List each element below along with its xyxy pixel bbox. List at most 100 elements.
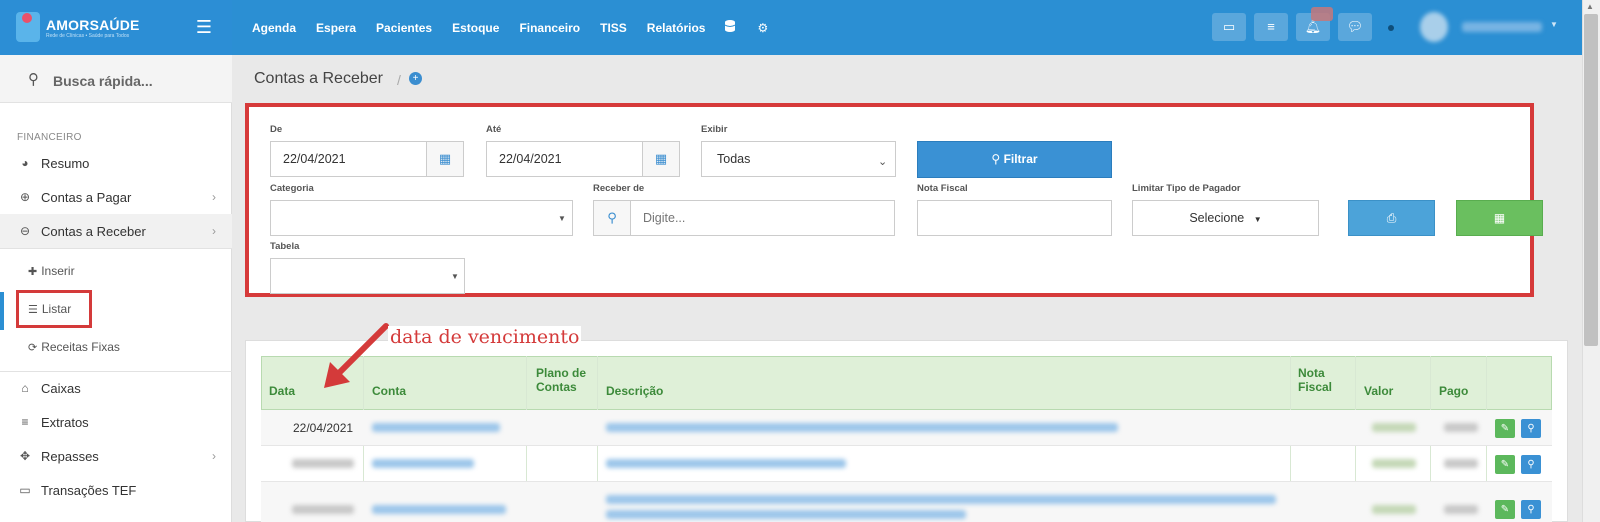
- receber-de-input[interactable]: [630, 200, 895, 236]
- status-dot: [1388, 25, 1394, 31]
- chevron-down-icon: ⌄: [878, 156, 888, 168]
- scroll-up-arrow-icon[interactable]: ▲: [1586, 2, 1594, 11]
- tabela-label: Tabela: [270, 241, 300, 252]
- sidebar-item-caixas[interactable]: ⌂ Caixas: [0, 371, 232, 405]
- ate-date-field[interactable]: 22/04/2021: [486, 141, 643, 177]
- search-icon[interactable]: ⚲: [593, 200, 631, 236]
- row-conta-blurred[interactable]: [372, 505, 506, 514]
- edit-icon[interactable]: ✎: [1495, 455, 1515, 474]
- search-icon: ⚲: [28, 71, 39, 88]
- sidebar-item-contas-a-receber[interactable]: ⊖ Contas a Receber ›: [0, 214, 232, 248]
- de-label: De: [270, 124, 283, 135]
- table-icon: ▦: [1493, 211, 1506, 225]
- sidebar-item-contas-a-pagar[interactable]: ⊕ Contas a Pagar ›: [0, 180, 232, 214]
- quick-search[interactable]: ⚲ Busca rápida...: [0, 55, 232, 103]
- credit-card-icon: ▭: [19, 483, 31, 497]
- list-button[interactable]: ≡: [1254, 13, 1288, 41]
- pie-chart-icon: ◕: [21, 156, 29, 170]
- nav-agenda[interactable]: Agenda: [252, 21, 296, 35]
- nota-fiscal-label: Nota Fiscal: [917, 183, 968, 194]
- de-date-field[interactable]: 22/04/2021: [270, 141, 427, 177]
- subitem-label: Inserir: [41, 264, 75, 278]
- row-date: 22/04/2021: [293, 421, 354, 435]
- main-nav: Agenda Espera Pacientes Estoque Financei…: [252, 0, 790, 55]
- nav-tiss[interactable]: TISS: [600, 21, 627, 35]
- nav-relatorios[interactable]: Relatórios: [647, 21, 706, 35]
- row-date-blurred: [292, 459, 354, 468]
- edit-icon[interactable]: ✎: [1495, 419, 1515, 438]
- subitem-inserir[interactable]: ✚ Inserir: [0, 256, 232, 286]
- receber-de-label: Receber de: [593, 183, 645, 194]
- scrollbar-thumb[interactable]: [1584, 14, 1598, 346]
- avatar[interactable]: [1420, 12, 1448, 42]
- chat-button[interactable]: 💬︎: [1338, 13, 1372, 41]
- sidebar-item-extratos[interactable]: ≡ Extratos: [0, 405, 232, 439]
- filtrar-button-label: Filtrar: [1003, 152, 1038, 166]
- add-circle-icon[interactable]: +: [409, 72, 422, 85]
- limitar-tipo-select[interactable]: Selecione ▼: [1132, 200, 1319, 236]
- nota-fiscal-field[interactable]: [917, 200, 1112, 236]
- hamburger-menu-icon[interactable]: ☰: [194, 17, 214, 37]
- sidebar-item-resumo[interactable]: ◕ Resumo: [0, 146, 232, 180]
- export-excel-button[interactable]: ▦: [1456, 200, 1543, 236]
- limitar-tipo-label: Limitar Tipo de Pagador: [1132, 183, 1241, 194]
- user-name-blurred[interactable]: [1462, 22, 1542, 32]
- sidebar-item-label: Contas a Receber: [41, 223, 146, 239]
- zoom-icon[interactable]: ⚲: [1521, 419, 1541, 438]
- row-valor-blurred: [1372, 505, 1416, 514]
- inbox-icon: ⌂: [21, 381, 29, 395]
- brand-name: AMORSAÚDE: [46, 17, 140, 33]
- sidebar-item-label: Extratos: [41, 414, 89, 430]
- sidebar-item-transacoes-tef[interactable]: ▭ Transações TEF: [0, 473, 232, 507]
- subitem-receitas-fixas[interactable]: ⟳ Receitas Fixas: [0, 332, 232, 362]
- inbox-button[interactable]: ▭: [1212, 13, 1246, 41]
- row-pago-blurred: [1444, 505, 1478, 514]
- sidebar-item-label: Contas a Pagar: [41, 189, 132, 205]
- row-date-blurred: [292, 505, 354, 514]
- row-pago-blurred: [1444, 423, 1478, 432]
- tabela-select[interactable]: [270, 258, 465, 294]
- puzzle-icon: ✥: [19, 449, 31, 463]
- categoria-select[interactable]: [270, 200, 573, 236]
- filtrar-button[interactable]: ⚲ Filtrar: [917, 141, 1112, 178]
- highlight-box-listar: [16, 290, 92, 328]
- categoria-label: Categoria: [270, 183, 314, 194]
- calendar-icon[interactable]: ▦: [642, 141, 680, 177]
- zoom-icon[interactable]: ⚲: [1521, 455, 1541, 474]
- brand-tagline: Rede de Clínicas • Saúde para Todos: [46, 33, 130, 39]
- chevron-right-icon: ›: [212, 449, 216, 463]
- sidebar: ⚲ Busca rápida... FINANCEIRO ◕ Resumo ⊕ …: [0, 55, 232, 522]
- sidebar-item-label: Transações TEF: [41, 482, 137, 498]
- exibir-select[interactable]: Todas: [701, 141, 896, 177]
- annotation-label: data de vencimento: [388, 326, 582, 348]
- zoom-icon[interactable]: ⚲: [1521, 500, 1541, 519]
- plus-icon: ✚: [28, 265, 38, 278]
- nav-estoque[interactable]: Estoque: [452, 21, 499, 35]
- database-icon[interactable]: [725, 20, 736, 35]
- quick-search-placeholder: Busca rápida...: [53, 73, 153, 89]
- bell-icon: 🔔︎: [1304, 19, 1322, 34]
- chevron-down-icon[interactable]: ▼: [1550, 20, 1558, 29]
- sidebar-item-repasses[interactable]: ✥ Repasses ›: [0, 439, 232, 473]
- nav-financeiro[interactable]: Financeiro: [519, 21, 580, 35]
- row-conta-blurred[interactable]: [372, 423, 500, 432]
- print-button[interactable]: ⎙: [1348, 200, 1435, 236]
- list-icon: ≡: [21, 415, 29, 429]
- breadcrumb-separator: /: [397, 72, 401, 88]
- calendar-icon[interactable]: ▦: [426, 141, 464, 177]
- refresh-icon: ⟳: [28, 341, 38, 354]
- edit-icon[interactable]: ✎: [1495, 500, 1515, 519]
- row-valor-blurred: [1372, 423, 1416, 432]
- gear-icon[interactable]: ⚙: [757, 21, 768, 35]
- sidebar-item-label: Caixas: [41, 380, 81, 396]
- row-valor-blurred: [1372, 459, 1416, 468]
- row-conta-blurred[interactable]: [372, 459, 474, 468]
- caret-down-icon: ▼: [558, 214, 566, 223]
- row-pago-blurred: [1444, 459, 1478, 468]
- list-icon: ≡: [1267, 19, 1275, 34]
- nav-pacientes[interactable]: Pacientes: [376, 21, 432, 35]
- annotation-arrow-icon: [324, 323, 389, 388]
- row-descricao-blurred: [606, 510, 966, 519]
- chevron-right-icon: ›: [212, 224, 216, 238]
- nav-espera[interactable]: Espera: [316, 21, 356, 35]
